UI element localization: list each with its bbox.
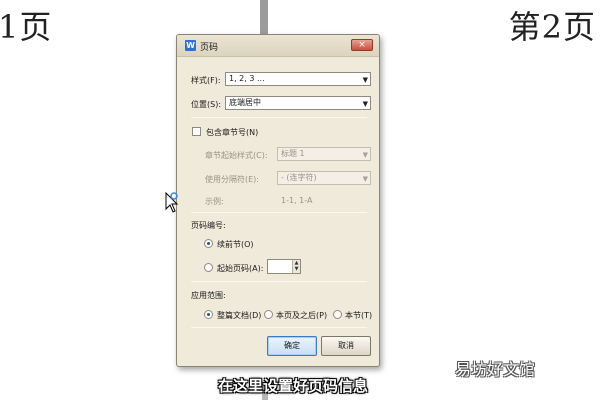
wps-writer-icon: W <box>185 40 196 51</box>
start-page-stepper[interactable]: ▲ ▼ <box>267 259 301 274</box>
video-subtitle: 在这里设置好页码信息 <box>218 377 369 395</box>
style-label: 样式(F): <box>191 76 221 85</box>
separator-value: - (连字符) <box>281 173 317 182</box>
dropdown-arrow-icon: ▼ <box>362 100 368 108</box>
this-section-label: 本节(T) <box>345 311 373 320</box>
separator-line <box>191 212 367 213</box>
dropdown-arrow-icon: ▼ <box>362 151 368 159</box>
separator-label: 使用分隔符(E): <box>205 175 259 184</box>
continue-radio[interactable] <box>204 239 213 248</box>
position-select[interactable]: 底端居中 ▼ <box>225 96 371 110</box>
this-page-after-label: 本页及之后(P) <box>276 311 328 320</box>
separator-line <box>191 117 367 118</box>
position-value: 底端居中 <box>229 98 261 107</box>
stepper-buttons[interactable]: ▲ ▼ <box>292 260 300 273</box>
example-value: 1-1, 1-A <box>281 196 313 205</box>
stepper-down-icon[interactable]: ▼ <box>293 266 300 272</box>
chapter-style-select[interactable]: 标题 1 ▼ <box>277 147 371 161</box>
this-section-radio[interactable] <box>333 310 342 319</box>
close-button[interactable]: × <box>351 39 373 51</box>
whole-document-label: 整篇文档(D) <box>217 311 262 320</box>
page-label-left: 1页 <box>0 8 53 46</box>
separator-line <box>191 327 367 328</box>
dropdown-arrow-icon: ▼ <box>362 76 368 84</box>
start-at-radio[interactable] <box>204 263 213 272</box>
example-label: 示例: <box>205 197 224 206</box>
this-page-after-radio[interactable] <box>264 310 273 319</box>
numbering-group-label: 页码编号: <box>191 221 226 230</box>
scope-group-label: 应用范围: <box>191 291 226 300</box>
chapter-style-value: 标题 1 <box>281 149 305 158</box>
mouse-cursor-icon <box>165 192 179 213</box>
dialog-title: 页码 <box>200 43 219 53</box>
whole-document-radio[interactable] <box>204 310 213 319</box>
separator-line <box>191 281 367 282</box>
dialog-titlebar[interactable]: W 页码 × <box>177 35 379 57</box>
page-label-right: 第2页 <box>508 8 596 46</box>
separator-select[interactable]: - (连字符) ▼ <box>277 171 371 185</box>
page-number-dialog: W 页码 × 样式(F): 1, 2, 3 ... ▼ 位置(S): 底端居中 … <box>176 34 380 367</box>
continue-label: 续前节(O) <box>217 240 254 249</box>
start-at-label: 起始页码(A): <box>217 264 264 273</box>
position-label: 位置(S): <box>191 100 222 109</box>
cancel-button[interactable]: 取消 <box>321 336 371 356</box>
style-select[interactable]: 1, 2, 3 ... ▼ <box>225 72 371 86</box>
dropdown-arrow-icon: ▼ <box>362 175 368 183</box>
watermark-logo: 易坊好文馆 <box>455 360 536 379</box>
style-value: 1, 2, 3 ... <box>229 74 265 83</box>
close-icon: × <box>358 40 366 50</box>
include-chapter-checkbox[interactable] <box>192 127 201 136</box>
chapter-style-label: 章节起始样式(C): <box>205 151 268 160</box>
ok-button[interactable]: 确定 <box>267 336 317 356</box>
include-chapter-label: 包含章节号(N) <box>206 128 259 137</box>
page-divider <box>260 0 268 36</box>
